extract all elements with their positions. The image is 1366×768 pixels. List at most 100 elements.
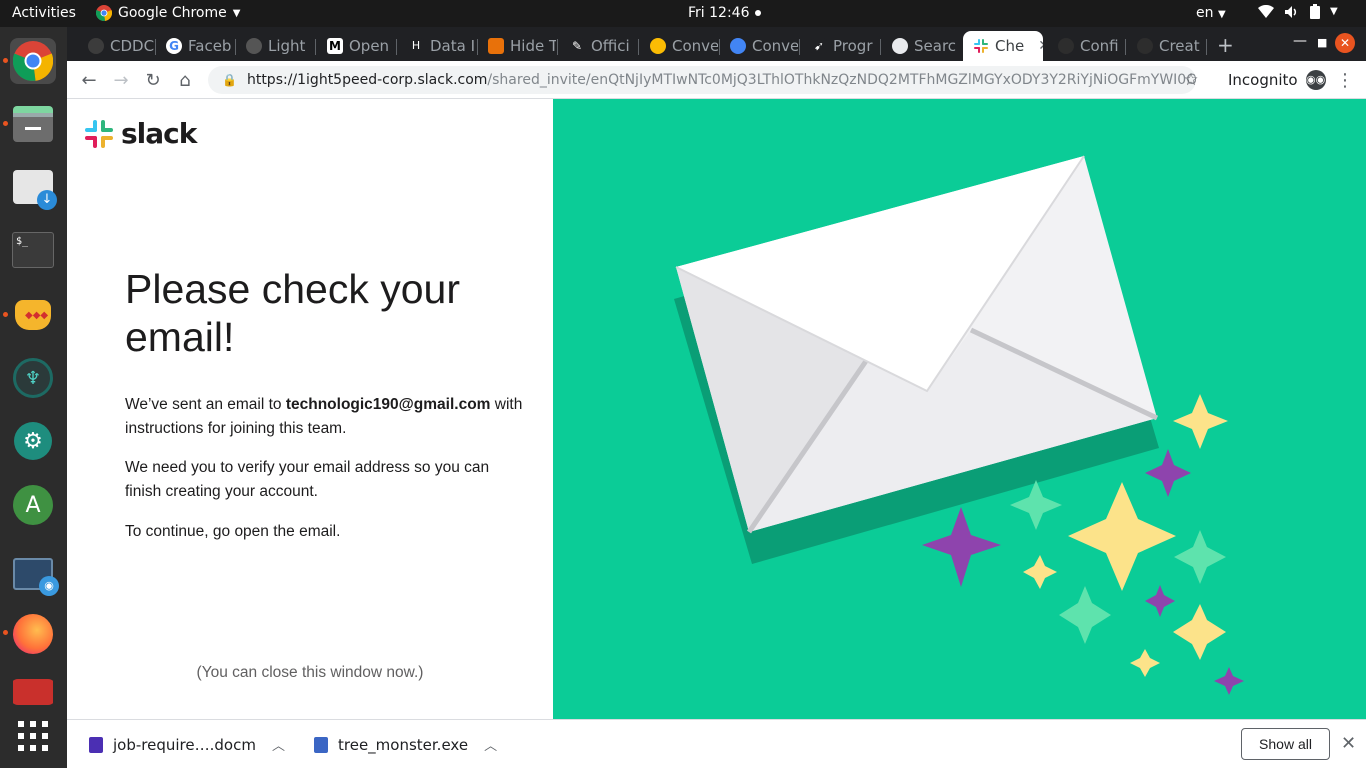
gitkraken-icon[interactable]: ♆ — [10, 355, 56, 401]
tab-separator — [880, 39, 881, 55]
teapot-icon[interactable]: ◆◆◆ — [10, 292, 56, 338]
new-tab-button[interactable]: + — [1217, 33, 1234, 57]
tab-convert-1[interactable]: Conve — [640, 31, 718, 61]
tab-label: Che — [995, 37, 1025, 55]
firefox-icon[interactable] — [10, 611, 56, 657]
close-window-note: (You can close this window now.) — [196, 664, 424, 681]
tab-separator — [1125, 39, 1126, 55]
notification-dot-icon — [755, 10, 762, 16]
message-prefix: We’ve sent an email to — [125, 396, 286, 413]
tab-official[interactable]: ✎ Offici — [559, 31, 637, 61]
tab-convert-2[interactable]: Conve — [720, 31, 798, 61]
tab-separator — [557, 39, 558, 55]
android-studio-icon[interactable]: A — [10, 482, 56, 528]
incognito-indicator[interactable]: Incognito ◉◉ — [1228, 70, 1326, 90]
orange-favicon-icon — [488, 38, 504, 54]
tab-light[interactable]: Light — [236, 31, 314, 61]
files-icon[interactable] — [10, 101, 56, 147]
running-indicator — [3, 121, 8, 126]
language-indicator[interactable]: en ▼ — [1196, 5, 1226, 21]
app-icon[interactable] — [10, 679, 56, 705]
close-window-icon[interactable]: ✕ — [1335, 33, 1355, 53]
tab-create[interactable]: Creat — [1127, 31, 1205, 61]
tab-separator — [1206, 39, 1207, 55]
tab-label: Offici — [591, 37, 630, 55]
settings-tool-icon[interactable]: ⚙ — [10, 418, 56, 464]
tab-separator — [315, 39, 316, 55]
tab-label: Creat — [1159, 37, 1200, 55]
slack-logo[interactable]: slack — [83, 117, 197, 150]
app-name: Google Chrome — [118, 5, 227, 21]
clock[interactable]: Fri 12:46 — [688, 5, 762, 21]
forward-button[interactable]: → — [109, 68, 133, 92]
running-indicator — [3, 312, 8, 317]
system-tray[interactable]: ▼ — [1258, 4, 1338, 19]
tab-progress[interactable]: ➹ Progr — [801, 31, 879, 61]
back-button[interactable]: ← — [77, 68, 101, 92]
continue-message: To continue, go open the email. — [125, 523, 341, 540]
reload-button[interactable]: ↻ — [141, 68, 165, 92]
slack-wordmark: slack — [121, 117, 197, 150]
battery-icon — [1310, 4, 1320, 19]
running-indicator — [3, 58, 8, 63]
tab-label: Data I — [430, 37, 476, 55]
incognito-icon: ◉◉ — [1305, 70, 1326, 90]
download-filename: tree_monster.exe — [338, 735, 469, 754]
chrome-icon[interactable] — [10, 38, 56, 84]
chevron-up-icon[interactable]: ︿ — [484, 735, 497, 754]
url-host: https://1ight5peed-corp.slack.com — [246, 72, 488, 88]
download-item[interactable]: job-require….docm ︿ — [89, 735, 285, 754]
minimize-window-icon[interactable]: — — [1293, 33, 1307, 49]
screenshot-icon[interactable]: ◉ — [10, 551, 59, 597]
tab-label: Confi — [1080, 37, 1119, 55]
tab-facebook[interactable]: G Faceb — [156, 31, 234, 61]
tab-data[interactable]: H Data I — [398, 31, 476, 61]
arrow-favicon-icon: ➹ — [811, 38, 827, 54]
tab-label: Conve — [672, 37, 718, 55]
medium-favicon-icon: M — [327, 38, 343, 54]
lock-icon: 🔒 — [222, 73, 237, 87]
app-menu[interactable]: Google Chrome ▼ — [96, 5, 240, 21]
tab-cddc[interactable]: CDDC — [78, 31, 154, 61]
tab-active-slack[interactable]: Che ✕ — [963, 31, 1043, 61]
tab-open[interactable]: M Open — [317, 31, 395, 61]
page-title: Please check your email! — [125, 266, 461, 360]
tab-label: Progr — [833, 37, 873, 55]
maximize-window-icon[interactable]: ■ — [1317, 36, 1327, 49]
wifi-icon — [1258, 4, 1274, 18]
activities-button[interactable]: Activities — [12, 5, 76, 21]
tab-search[interactable]: Searc — [882, 31, 960, 61]
show-all-button[interactable]: Show all — [1241, 728, 1330, 760]
tab-label: Hide T — [510, 37, 556, 55]
chevron-down-icon: ▼ — [1330, 6, 1338, 17]
message-panel: slack Please check your email! We’ve sen… — [67, 99, 553, 719]
bookmark-star-icon[interactable]: ☆ — [1179, 68, 1203, 92]
download-item[interactable]: tree_monster.exe ︿ — [314, 735, 497, 754]
tab-hide[interactable]: Hide T — [478, 31, 556, 61]
chevron-down-icon: ▼ — [1217, 9, 1226, 20]
terminal-icon[interactable]: $_ — [10, 227, 56, 273]
home-button[interactable]: ⌂ — [173, 68, 197, 92]
tab-config[interactable]: Confi — [1048, 31, 1124, 61]
tab-label: Searc — [914, 37, 957, 55]
chevron-up-icon[interactable]: ︿ — [272, 735, 285, 754]
quill-favicon-icon: ✎ — [569, 38, 585, 54]
tab-label: Conve — [752, 37, 798, 55]
show-apps-icon[interactable] — [10, 713, 56, 759]
tab-label: Faceb — [188, 37, 232, 55]
slack-favicon-icon — [974, 39, 988, 53]
close-tab-icon[interactable]: ✕ — [1038, 38, 1043, 54]
tab-separator — [396, 39, 397, 55]
config-favicon-icon — [1058, 38, 1074, 54]
create-favicon-icon — [1137, 38, 1153, 54]
chevron-down-icon: ▼ — [232, 7, 241, 19]
document-icon — [89, 736, 103, 753]
software-updater-icon[interactable]: ↓ — [10, 164, 57, 210]
language-label: en — [1196, 5, 1214, 21]
email-sent-message: We’ve sent an email to technologic190@gm… — [125, 393, 525, 441]
yellow-circle-favicon-icon — [650, 38, 666, 54]
address-bar[interactable]: 🔒 https://1ight5peed-corp.slack.com/shar… — [208, 66, 1196, 94]
close-download-bar-icon[interactable]: ✕ — [1341, 733, 1356, 754]
volume-icon — [1285, 5, 1297, 18]
more-menu-icon[interactable]: ⋮ — [1333, 68, 1357, 92]
